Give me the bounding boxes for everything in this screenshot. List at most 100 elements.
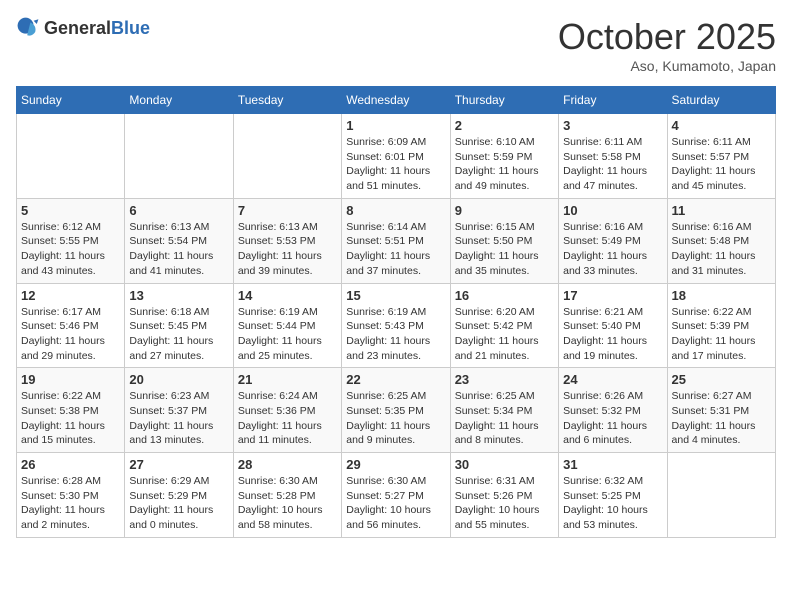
day-info: Sunrise: 6:16 AM Sunset: 5:48 PM Dayligh…	[672, 220, 771, 279]
day-info: Sunrise: 6:11 AM Sunset: 5:57 PM Dayligh…	[672, 135, 771, 194]
month-title: October 2025	[558, 16, 776, 58]
day-info: Sunrise: 6:25 AM Sunset: 5:35 PM Dayligh…	[346, 389, 445, 448]
calendar-cell: 19 Sunrise: 6:22 AM Sunset: 5:38 PM Dayli…	[17, 368, 125, 453]
day-info: Sunrise: 6:14 AM Sunset: 5:51 PM Dayligh…	[346, 220, 445, 279]
day-number: 13	[129, 288, 228, 303]
calendar-cell: 18Sunrise: 6:22 AM Sunset: 5:39 PM Dayli…	[667, 283, 775, 368]
day-number: 8	[346, 203, 445, 218]
day-info: Sunrise: 6:22 AM Sunset: 5:39 PM Dayligh…	[672, 305, 771, 364]
day-info: Sunrise: 6:18 AM Sunset: 5:45 PM Dayligh…	[129, 305, 228, 364]
calendar-cell: 10Sunrise: 6:16 AM Sunset: 5:49 PM Dayli…	[559, 198, 667, 283]
day-number: 19	[21, 372, 120, 387]
day-info: Sunrise: 6:28 AM Sunset: 5:30 PM Dayligh…	[21, 474, 120, 533]
day-number: 7	[238, 203, 337, 218]
day-info: Sunrise: 6:19 AM Sunset: 5:43 PM Dayligh…	[346, 305, 445, 364]
calendar-cell: 23Sunrise: 6:25 AM Sunset: 5:34 PM Dayli…	[450, 368, 558, 453]
col-header-thursday: Thursday	[450, 87, 558, 114]
day-info: Sunrise: 6:30 AM Sunset: 5:27 PM Dayligh…	[346, 474, 445, 533]
calendar-week-row: 5 Sunrise: 6:12 AM Sunset: 5:55 PM Daylig…	[17, 198, 776, 283]
day-info: Sunrise: 6:13 AM Sunset: 5:54 PM Dayligh…	[129, 220, 228, 279]
day-info: Sunrise: 6:12 AM Sunset: 5:55 PM Dayligh…	[21, 220, 120, 279]
day-number: 22	[346, 372, 445, 387]
day-number: 12	[21, 288, 120, 303]
col-header-sunday: Sunday	[17, 87, 125, 114]
calendar-cell: 1Sunrise: 6:09 AM Sunset: 6:01 PM Daylig…	[342, 114, 450, 199]
day-info: Sunrise: 6:30 AM Sunset: 5:28 PM Dayligh…	[238, 474, 337, 533]
day-number: 24	[563, 372, 662, 387]
day-number: 9	[455, 203, 554, 218]
calendar-week-row: 26 Sunrise: 6:28 AM Sunset: 5:30 PM Dayli…	[17, 453, 776, 538]
calendar-header-row: SundayMondayTuesdayWednesdayThursdayFrid…	[17, 87, 776, 114]
col-header-tuesday: Tuesday	[233, 87, 341, 114]
logo-blue: Blue	[111, 18, 150, 38]
calendar-cell: 3 Sunrise: 6:11 AM Sunset: 5:58 PM Daylig…	[559, 114, 667, 199]
calendar-cell: 15 Sunrise: 6:19 AM Sunset: 5:43 PM Dayli…	[342, 283, 450, 368]
calendar-cell: 21 Sunrise: 6:24 AM Sunset: 5:36 PM Dayli…	[233, 368, 341, 453]
calendar-cell: 24 Sunrise: 6:26 AM Sunset: 5:32 PM Dayli…	[559, 368, 667, 453]
day-info: Sunrise: 6:26 AM Sunset: 5:32 PM Dayligh…	[563, 389, 662, 448]
calendar-cell: 14Sunrise: 6:19 AM Sunset: 5:44 PM Dayli…	[233, 283, 341, 368]
calendar-cell: 5 Sunrise: 6:12 AM Sunset: 5:55 PM Daylig…	[17, 198, 125, 283]
logo: GeneralBlue	[16, 16, 150, 40]
day-info: Sunrise: 6:31 AM Sunset: 5:26 PM Dayligh…	[455, 474, 554, 533]
day-number: 2	[455, 118, 554, 133]
calendar-cell: 9Sunrise: 6:15 AM Sunset: 5:50 PM Daylig…	[450, 198, 558, 283]
logo-general: General	[44, 18, 111, 38]
day-info: Sunrise: 6:20 AM Sunset: 5:42 PM Dayligh…	[455, 305, 554, 364]
col-header-wednesday: Wednesday	[342, 87, 450, 114]
calendar-table: SundayMondayTuesdayWednesdayThursdayFrid…	[16, 86, 776, 538]
day-number: 17	[563, 288, 662, 303]
day-info: Sunrise: 6:11 AM Sunset: 5:58 PM Dayligh…	[563, 135, 662, 194]
calendar-cell: 26 Sunrise: 6:28 AM Sunset: 5:30 PM Dayli…	[17, 453, 125, 538]
day-number: 29	[346, 457, 445, 472]
calendar-cell: 8 Sunrise: 6:14 AM Sunset: 5:51 PM Daylig…	[342, 198, 450, 283]
col-header-friday: Friday	[559, 87, 667, 114]
calendar-cell: 30 Sunrise: 6:31 AM Sunset: 5:26 PM Dayli…	[450, 453, 558, 538]
calendar-week-row: 1Sunrise: 6:09 AM Sunset: 6:01 PM Daylig…	[17, 114, 776, 199]
day-number: 4	[672, 118, 771, 133]
calendar-cell: 27 Sunrise: 6:29 AM Sunset: 5:29 PM Dayli…	[125, 453, 233, 538]
calendar-cell: 11 Sunrise: 6:16 AM Sunset: 5:48 PM Dayli…	[667, 198, 775, 283]
calendar-cell: 2 Sunrise: 6:10 AM Sunset: 5:59 PM Daylig…	[450, 114, 558, 199]
day-number: 21	[238, 372, 337, 387]
day-number: 16	[455, 288, 554, 303]
day-number: 26	[21, 457, 120, 472]
calendar-cell: 7 Sunrise: 6:13 AM Sunset: 5:53 PM Daylig…	[233, 198, 341, 283]
calendar-week-row: 12Sunrise: 6:17 AM Sunset: 5:46 PM Dayli…	[17, 283, 776, 368]
day-number: 15	[346, 288, 445, 303]
day-number: 6	[129, 203, 228, 218]
day-number: 5	[21, 203, 120, 218]
day-info: Sunrise: 6:16 AM Sunset: 5:49 PM Dayligh…	[563, 220, 662, 279]
title-block: October 2025 Aso, Kumamoto, Japan	[558, 16, 776, 74]
day-number: 25	[672, 372, 771, 387]
day-info: Sunrise: 6:22 AM Sunset: 5:38 PM Dayligh…	[21, 389, 120, 448]
day-info: Sunrise: 6:09 AM Sunset: 6:01 PM Dayligh…	[346, 135, 445, 194]
day-number: 28	[238, 457, 337, 472]
calendar-cell	[17, 114, 125, 199]
day-info: Sunrise: 6:13 AM Sunset: 5:53 PM Dayligh…	[238, 220, 337, 279]
day-info: Sunrise: 6:32 AM Sunset: 5:25 PM Dayligh…	[563, 474, 662, 533]
day-info: Sunrise: 6:23 AM Sunset: 5:37 PM Dayligh…	[129, 389, 228, 448]
day-info: Sunrise: 6:24 AM Sunset: 5:36 PM Dayligh…	[238, 389, 337, 448]
day-number: 30	[455, 457, 554, 472]
calendar-cell	[125, 114, 233, 199]
calendar-week-row: 19 Sunrise: 6:22 AM Sunset: 5:38 PM Dayli…	[17, 368, 776, 453]
page-header: GeneralBlue October 2025 Aso, Kumamoto, …	[16, 16, 776, 74]
day-info: Sunrise: 6:10 AM Sunset: 5:59 PM Dayligh…	[455, 135, 554, 194]
col-header-saturday: Saturday	[667, 87, 775, 114]
col-header-monday: Monday	[125, 87, 233, 114]
day-number: 27	[129, 457, 228, 472]
day-number: 3	[563, 118, 662, 133]
calendar-cell: 16 Sunrise: 6:20 AM Sunset: 5:42 PM Dayli…	[450, 283, 558, 368]
calendar-cell: 29 Sunrise: 6:30 AM Sunset: 5:27 PM Dayli…	[342, 453, 450, 538]
calendar-cell: 22 Sunrise: 6:25 AM Sunset: 5:35 PM Dayli…	[342, 368, 450, 453]
day-number: 11	[672, 203, 771, 218]
calendar-cell: 6 Sunrise: 6:13 AM Sunset: 5:54 PM Daylig…	[125, 198, 233, 283]
location: Aso, Kumamoto, Japan	[558, 58, 776, 74]
calendar-cell: 13 Sunrise: 6:18 AM Sunset: 5:45 PM Dayli…	[125, 283, 233, 368]
day-number: 20	[129, 372, 228, 387]
calendar-cell: 17Sunrise: 6:21 AM Sunset: 5:40 PM Dayli…	[559, 283, 667, 368]
day-info: Sunrise: 6:29 AM Sunset: 5:29 PM Dayligh…	[129, 474, 228, 533]
calendar-cell: 20 Sunrise: 6:23 AM Sunset: 5:37 PM Dayli…	[125, 368, 233, 453]
calendar-cell: 25Sunrise: 6:27 AM Sunset: 5:31 PM Dayli…	[667, 368, 775, 453]
